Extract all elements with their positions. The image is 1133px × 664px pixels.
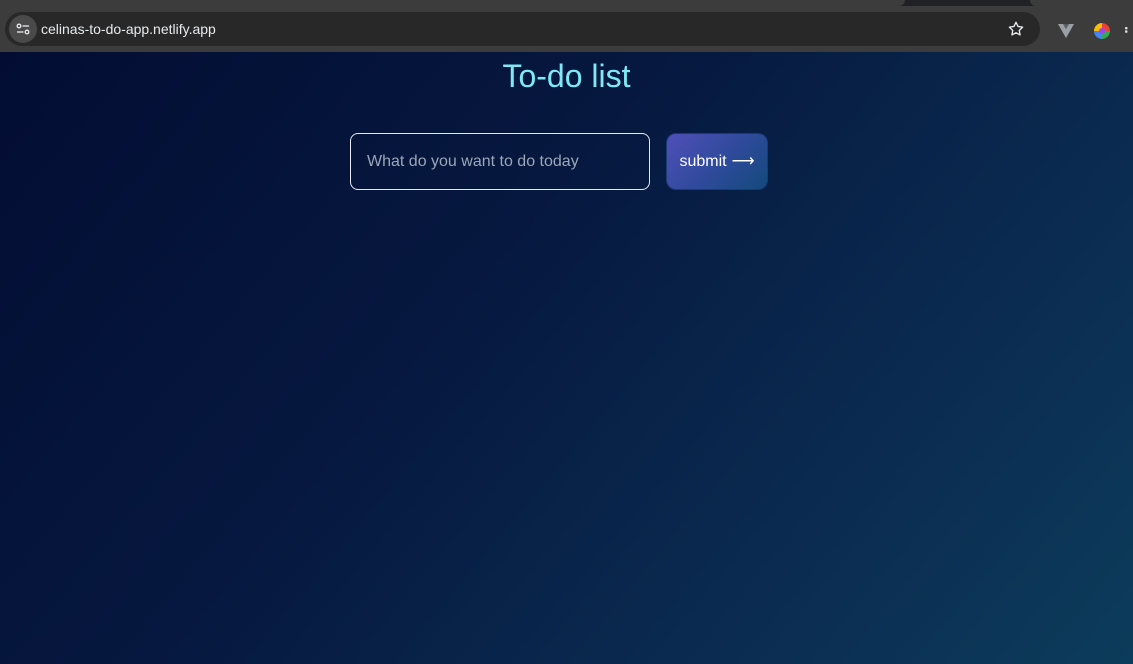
url-text[interactable]: celinas-to-do-app.netlify.app <box>41 12 216 46</box>
submit-label: submit <box>679 152 727 170</box>
todo-input[interactable] <box>350 133 650 190</box>
extensions-icon[interactable] <box>1124 21 1133 41</box>
site-info-icon[interactable] <box>9 15 37 43</box>
browser-toolbar: celinas-to-do-app.netlify.app <box>0 6 1133 52</box>
bookmark-star-icon[interactable] <box>1006 19 1026 39</box>
arrow-right-icon: ⟶ <box>731 152 755 170</box>
vue-devtools-icon[interactable] <box>1056 21 1076 41</box>
page-viewport: To-do list submit ⟶ <box>0 52 1133 664</box>
color-wheel-extension-icon[interactable] <box>1092 21 1112 41</box>
submit-button[interactable]: submit ⟶ <box>666 133 768 190</box>
page-title: To-do list <box>502 58 631 94</box>
address-bar[interactable]: celinas-to-do-app.netlify.app <box>5 12 1040 46</box>
